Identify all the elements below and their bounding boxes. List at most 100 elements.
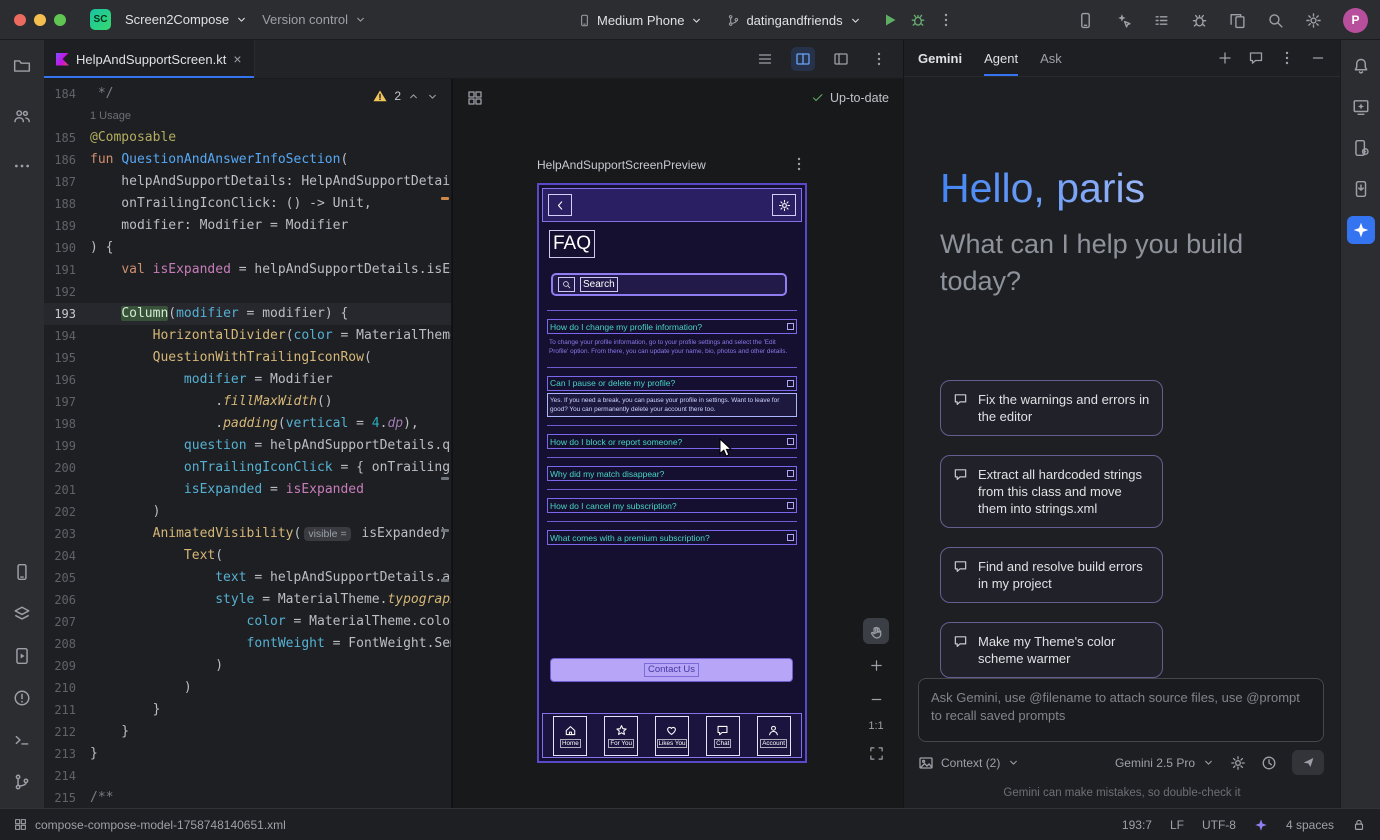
- tool-project[interactable]: [8, 52, 36, 80]
- zoom-in[interactable]: [863, 652, 889, 678]
- new-chat-icon[interactable]: [1217, 50, 1233, 66]
- faq-question-text: What comes with a premium subscription?: [550, 533, 710, 543]
- pan-tool[interactable]: [863, 618, 889, 644]
- send-button[interactable]: [1292, 750, 1324, 775]
- tool-gemini[interactable]: [1347, 216, 1375, 244]
- preview-toolbar: Up-to-date: [453, 79, 903, 116]
- code-view-button[interactable]: [753, 47, 777, 71]
- attach-image-icon[interactable]: [918, 755, 934, 771]
- line-text: }: [90, 721, 451, 743]
- close-tab-button[interactable]: ×: [233, 52, 241, 66]
- editor-options-button[interactable]: [867, 47, 891, 71]
- tool-commit[interactable]: [8, 102, 36, 130]
- caret-position[interactable]: 193:7: [1122, 818, 1152, 832]
- expand-icon: [787, 502, 794, 509]
- terminal-icon: [13, 731, 31, 749]
- branch-selector[interactable]: datingandfriends: [727, 13, 861, 28]
- heart-icon: [665, 724, 678, 737]
- device-selector[interactable]: Medium Phone: [578, 13, 703, 28]
- gemini-input[interactable]: Ask Gemini, use @filename to attach sour…: [918, 678, 1324, 742]
- phone-gear-icon: [1352, 139, 1370, 157]
- tool-app-quality-insights[interactable]: [1347, 93, 1375, 121]
- line-number: 215: [44, 787, 90, 808]
- code-editor[interactable]: 2 184 */1 Usage185@Composable186fun Ques…: [44, 79, 452, 808]
- tool-version-control[interactable]: [8, 768, 36, 796]
- settings-icon[interactable]: [1305, 12, 1322, 29]
- usages-hint[interactable]: 1 Usage: [90, 110, 131, 122]
- zoom-to-fit[interactable]: [863, 740, 889, 766]
- file-lock-icon[interactable]: [1352, 818, 1366, 832]
- window-controls[interactable]: [14, 14, 66, 26]
- zoom-out[interactable]: [863, 686, 889, 712]
- indent-style[interactable]: 4 spaces: [1286, 818, 1334, 832]
- tool-notifications[interactable]: [1347, 52, 1375, 80]
- line-number: 188: [44, 193, 90, 215]
- gemini-settings-icon[interactable]: [1230, 755, 1246, 771]
- vcs-menu[interactable]: Version control: [262, 12, 367, 27]
- bottom-navigation: HomeFor YouLikes YouChatAccount: [542, 713, 802, 758]
- code-line: 198 .padding(vertical = 4.dp),: [44, 413, 451, 435]
- profiler-icon[interactable]: [1191, 12, 1208, 29]
- structure-icon[interactable]: [1153, 12, 1170, 29]
- tool-device-manager[interactable]: [1347, 134, 1375, 162]
- preview-options-icon[interactable]: [791, 156, 807, 172]
- suggestion-card[interactable]: Fix the warnings and errors in the edito…: [940, 380, 1163, 436]
- next-issue-icon[interactable]: [426, 90, 439, 103]
- gemini-options-icon[interactable]: [1279, 50, 1295, 66]
- design-view-button[interactable]: [829, 47, 853, 71]
- close-window-button[interactable]: [14, 14, 26, 26]
- tool-device-explorer[interactable]: [8, 642, 36, 670]
- device-mirroring-icon[interactable]: [1229, 12, 1246, 29]
- tool-build-variants[interactable]: [8, 600, 36, 628]
- tool-running-devices[interactable]: [8, 558, 36, 586]
- debug-button[interactable]: [910, 12, 926, 28]
- ai-code-completion-icon[interactable]: [1254, 818, 1268, 832]
- suggestion-label: Fix the warnings and errors in the edito…: [978, 391, 1150, 425]
- compose-preview-pane: Up-to-date HelpAndSupportScreenPreview F…: [452, 79, 903, 808]
- tool-running-devices[interactable]: [1347, 175, 1375, 203]
- status-file-name[interactable]: compose-compose-model-1758748140651.xml: [35, 818, 286, 832]
- line-number: 194: [44, 325, 90, 347]
- nav-item-for-you: For You: [604, 716, 638, 756]
- context-dropdown[interactable]: Context (2): [941, 756, 1000, 770]
- model-dropdown[interactable]: Gemini 2.5 Pro: [1115, 756, 1195, 770]
- chat-bubble-icon: [953, 559, 968, 574]
- suggestion-card[interactable]: Find and resolve build errors in my proj…: [940, 547, 1163, 603]
- tool-problems[interactable]: [8, 684, 36, 712]
- previous-issue-icon[interactable]: [407, 90, 420, 103]
- tab-ask[interactable]: Ask: [1040, 40, 1062, 76]
- kotlin-file-icon: [56, 53, 69, 66]
- line-separator[interactable]: LF: [1170, 818, 1184, 832]
- history-icon[interactable]: [1261, 755, 1277, 771]
- more-actions-button[interactable]: [938, 12, 954, 28]
- layout-inspector-icon[interactable]: [1077, 12, 1094, 29]
- gallery-view-icon[interactable]: [467, 90, 483, 106]
- editor-tab[interactable]: HelpAndSupportScreen.kt ×: [44, 40, 255, 78]
- line-number: 189: [44, 215, 90, 237]
- tab-agent[interactable]: Agent: [984, 40, 1018, 76]
- conversations-icon[interactable]: [1248, 50, 1264, 66]
- ai-assistant-icon[interactable]: [1115, 12, 1132, 29]
- user-avatar[interactable]: P: [1343, 8, 1368, 33]
- split-view-button[interactable]: [791, 47, 815, 71]
- suggestion-card[interactable]: Extract all hardcoded strings from this …: [940, 455, 1163, 528]
- tool-terminal[interactable]: [8, 726, 36, 754]
- suggestion-card[interactable]: Make my Theme's color scheme warmer: [940, 622, 1163, 678]
- project-selector[interactable]: Screen2Compose: [125, 12, 248, 27]
- kebab-icon: [938, 12, 954, 28]
- line-number: 211: [44, 699, 90, 721]
- minimize-window-button[interactable]: [34, 14, 46, 26]
- preview-canvas[interactable]: HelpAndSupportScreenPreview FAQ Search: [453, 116, 903, 808]
- search-icon: [558, 277, 575, 292]
- inspections-widget[interactable]: 2: [372, 88, 439, 104]
- zoom-reset[interactable]: 1:1: [868, 720, 883, 732]
- line-number: 210: [44, 677, 90, 699]
- maximize-window-button[interactable]: [54, 14, 66, 26]
- file-encoding[interactable]: UTF-8: [1202, 818, 1236, 832]
- hide-panel-icon[interactable]: [1310, 50, 1326, 66]
- preview-name[interactable]: HelpAndSupportScreenPreview: [537, 158, 706, 172]
- tool-more-tool-windows[interactable]: [8, 152, 36, 180]
- run-button[interactable]: [882, 12, 898, 28]
- scrollbar-mark: [441, 529, 449, 532]
- search-everywhere-icon[interactable]: [1267, 12, 1284, 29]
